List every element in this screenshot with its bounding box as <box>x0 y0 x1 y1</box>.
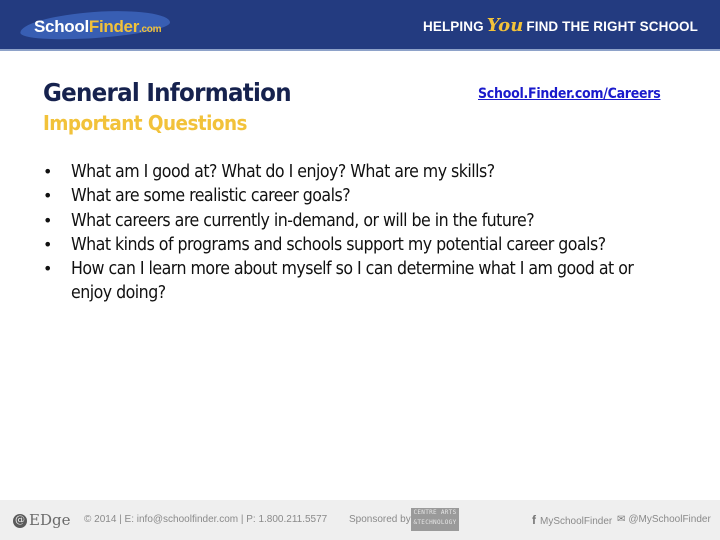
logo-finder: Finder <box>88 17 140 36</box>
facebook-handle: MySchoolFinder <box>540 516 613 527</box>
twitter-link[interactable]: ✉︎ @MySchoolFinder <box>617 514 711 525</box>
tagline-rest: FIND THE RIGHT SCHOOL <box>526 19 698 34</box>
questions-list: • What am I good at? What do I enjoy? Wha… <box>43 160 683 306</box>
facebook-link[interactable]: f MySchoolFinder <box>532 513 612 527</box>
bullet-icon: • <box>43 210 52 230</box>
sponsor-badge-line1: CENTRE ARTS <box>413 509 457 516</box>
facebook-icon: f <box>532 513 536 527</box>
list-item: • How can I learn more about myself so I … <box>43 257 683 306</box>
logo-com: .com <box>139 24 162 35</box>
list-item: • What kinds of programs and schools supp… <box>43 233 683 257</box>
question-text: What are some realistic career goals? <box>71 185 351 207</box>
question-text: How can I learn more about myself so I c… <box>71 258 634 304</box>
page-title: General Information <box>43 78 292 107</box>
sponsor-badge[interactable]: CENTRE ARTS &TECHNOLOGY <box>411 508 459 531</box>
list-item: • What careers are currently in-demand, o… <box>43 209 683 233</box>
bullet-icon: • <box>43 162 52 181</box>
list-item: • What am I good at? What do I enjoy? Wha… <box>43 160 683 184</box>
edge-logo-text: EDge <box>29 511 71 529</box>
question-text: What careers are currently in-demand, or… <box>71 209 535 231</box>
twitter-handle: @MySchoolFinder <box>628 514 711 525</box>
edge-logo[interactable]: @ EDge <box>13 511 70 529</box>
question-text: What kinds of programs and schools suppo… <box>71 233 606 255</box>
careers-link[interactable]: School.Finder.com/Careers <box>478 86 661 102</box>
logo-text: SchoolFinder.com <box>34 17 161 37</box>
edge-swirl-icon: @ <box>13 514 27 528</box>
logo-school: School <box>34 17 89 36</box>
schoolfinder-logo[interactable]: SchoolFinder.com <box>19 6 171 44</box>
tagline: HELPING You FIND THE RIGHT SCHOOL <box>423 15 698 36</box>
sponsored-by-label: Sponsored by <box>349 514 411 525</box>
page-subtitle: Important Questions <box>43 111 247 135</box>
question-text: What am I good at? What do I enjoy? What… <box>71 161 495 182</box>
twitter-icon: ✉︎ <box>617 514 626 525</box>
footer: @ EDge © 2014 | E: info@schoolfinder.com … <box>0 500 720 540</box>
bullet-icon: • <box>43 234 52 254</box>
bullet-icon: • <box>43 186 52 206</box>
contact-info: © 2014 | E: info@schoolfinder.com | P: 1… <box>84 514 328 525</box>
sponsor-badge-line2: &TECHNOLOGY <box>413 519 457 526</box>
bullet-icon: • <box>43 259 52 279</box>
tagline-you: You <box>486 15 524 36</box>
list-item: • What are some realistic career goals? <box>43 184 683 208</box>
tagline-helping: HELPING <box>422 19 484 34</box>
header-banner: SchoolFinder.com HELPING You FIND THE RIGH… <box>0 0 720 51</box>
